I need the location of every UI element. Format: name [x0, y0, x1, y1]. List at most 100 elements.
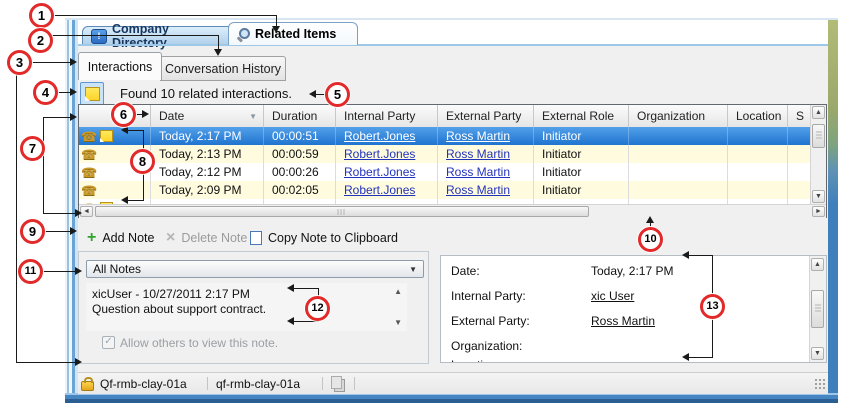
table-vertical-scrollbar[interactable]: ▲ ▼ — [810, 105, 826, 204]
status-bar: Qf-rmb-clay-01a qf-rmb-clay-01a — [78, 372, 828, 394]
call-icon: ☎ — [81, 166, 97, 179]
callout-line — [294, 288, 318, 289]
scroll-thumb[interactable] — [811, 290, 824, 328]
scroll-down-icon[interactable]: ▼ — [394, 318, 402, 327]
tab-related-items[interactable]: Related Items — [228, 22, 358, 45]
copy-icon — [250, 231, 262, 245]
callout-line — [43, 231, 71, 232]
internal-party-link[interactable]: Robert.Jones — [344, 147, 415, 161]
chevron-down-icon: ▼ — [409, 265, 417, 274]
callout-line — [128, 130, 143, 131]
column-header-internal-party[interactable]: Internal Party — [336, 105, 438, 127]
callout-12: 12 — [305, 296, 330, 321]
internal-party-link[interactable]: xic User — [591, 289, 634, 303]
notes-list[interactable]: xicUser - 10/27/2011 2:17 PM Question ab… — [86, 283, 407, 331]
status-icon — [334, 379, 345, 392]
table-header-row: Date ▼ Duration Internal Party External … — [79, 105, 810, 128]
callout-arrow — [309, 90, 316, 98]
column-header-state[interactable]: S — [788, 105, 810, 127]
magnifier-icon — [237, 28, 250, 41]
callout-6: 6 — [111, 102, 136, 127]
table-row[interactable]: ☎ Today, 2:13 PM 00:00:59 Robert.Jones R… — [79, 145, 810, 164]
internal-party-link[interactable]: Robert.Jones — [344, 129, 415, 143]
callout-11: 11 — [18, 259, 43, 284]
sticky-note-icon — [85, 87, 100, 101]
external-party-link[interactable]: Ross Martin — [591, 314, 655, 328]
detail-label: External Party: — [451, 314, 530, 328]
copy-note-button[interactable]: Copy Note to Clipboard — [250, 231, 398, 245]
column-header-location[interactable]: Location — [728, 105, 788, 127]
found-interactions-text: Found 10 related interactions. — [120, 86, 292, 101]
callout-5: 5 — [325, 82, 350, 107]
tab-company-directory[interactable]: ! Company Directory — [82, 26, 236, 46]
column-header-external-party[interactable]: External Party — [438, 105, 534, 127]
callout-9: 9 — [20, 219, 45, 244]
callout-arrow — [646, 216, 654, 223]
callout-line — [41, 271, 76, 272]
note-header: xicUser - 10/27/2011 2:17 PM — [92, 287, 250, 301]
delete-note-button[interactable]: × Delete Note — [166, 231, 247, 245]
callout-arrow — [287, 317, 294, 325]
detail-label: Location: — [451, 358, 500, 363]
delete-icon: × — [166, 231, 175, 245]
callout-arrow — [682, 251, 689, 259]
tab-interactions[interactable]: Interactions — [78, 52, 162, 80]
callout-arrow — [142, 110, 149, 118]
interactions-table: Date ▼ Duration Internal Party External … — [78, 104, 827, 218]
table-horizontal-scrollbar[interactable]: ◄ ► — [79, 204, 826, 218]
scroll-thumb[interactable] — [812, 124, 825, 148]
callout-7: 7 — [20, 136, 45, 161]
separator — [207, 377, 208, 390]
callout-line — [31, 62, 71, 63]
external-party-link[interactable]: Ross Martin — [446, 165, 510, 179]
callout-line — [316, 94, 325, 95]
scroll-thumb[interactable] — [95, 206, 589, 217]
callout-arrow — [70, 88, 77, 96]
external-party-link[interactable]: Ross Martin — [446, 129, 510, 143]
notes-filter-dropdown[interactable]: All Notes ▼ — [86, 260, 424, 278]
table-row[interactable]: ☎ Today, 2:17 PM 00:00:51 Robert.Jones R… — [79, 127, 810, 145]
call-icon: ☎ — [81, 130, 97, 143]
internal-party-link[interactable]: Robert.Jones — [344, 183, 415, 197]
callout-arrow — [70, 227, 77, 235]
external-party-link[interactable]: Ross Martin — [446, 183, 510, 197]
scroll-down-button[interactable]: ▼ — [811, 347, 824, 360]
table-row[interactable]: ☎ Today, 2:09 PM 00:02:05 Robert.Jones R… — [79, 181, 810, 200]
call-icon: ☎ — [81, 184, 97, 197]
resize-grip[interactable] — [814, 378, 826, 390]
column-header-organization[interactable]: Organization — [629, 105, 728, 127]
callout-arrow — [121, 126, 128, 134]
internal-party-link[interactable]: Robert.Jones — [344, 165, 415, 179]
callout-arrow — [682, 353, 689, 361]
column-header-duration[interactable]: Duration — [264, 105, 336, 127]
column-header-date[interactable]: Date ▼ — [151, 105, 264, 127]
table-row[interactable]: ☎ Today, 2:12 PM 00:00:26 Robert.Jones R… — [79, 163, 810, 182]
callout-13: 13 — [700, 294, 725, 319]
add-note-button[interactable]: + Add Note — [87, 231, 154, 245]
callout-arrow — [214, 49, 222, 56]
callout-line — [218, 35, 219, 50]
detail-label: Organization: — [451, 339, 522, 353]
scroll-up-button[interactable]: ▲ — [811, 258, 824, 271]
window-left-border — [65, 20, 78, 393]
table-body: ☎ Today, 2:17 PM 00:00:51 Robert.Jones R… — [79, 127, 810, 204]
note-attached-icon — [100, 130, 113, 142]
tab-conversation-history[interactable]: Conversation History — [160, 56, 286, 81]
allow-others-checkbox[interactable]: ✓ — [102, 336, 115, 349]
callout-arrow — [272, 26, 280, 33]
window-right-border — [828, 20, 838, 393]
company-directory-icon: ! — [91, 29, 107, 44]
detail-label: Date: — [451, 264, 480, 278]
callout-line — [128, 200, 143, 201]
callout-line — [43, 117, 44, 214]
callout-arrow — [75, 267, 82, 275]
scroll-up-icon[interactable]: ▲ — [394, 287, 402, 296]
scroll-down-button[interactable]: ▼ — [812, 190, 825, 203]
note-text: Question about support contract. — [92, 302, 266, 316]
scroll-right-button[interactable]: ► — [812, 206, 825, 217]
external-party-link[interactable]: Ross Martin — [446, 147, 510, 161]
details-vertical-scrollbar[interactable]: ▲ ▼ — [809, 256, 826, 362]
scroll-up-button[interactable]: ▲ — [812, 106, 825, 119]
show-notes-button[interactable] — [80, 82, 104, 106]
column-header-external-role[interactable]: External Role — [534, 105, 629, 127]
